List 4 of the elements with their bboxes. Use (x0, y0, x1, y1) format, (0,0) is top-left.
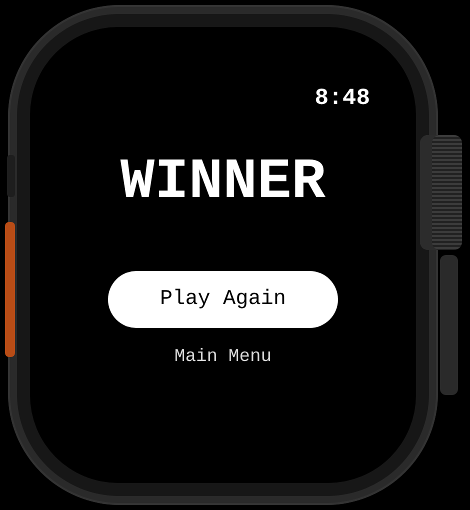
result-title: WINNER (120, 151, 326, 215)
status-time: 8:48 (314, 85, 370, 111)
play-again-button[interactable]: Play Again (108, 271, 338, 328)
menu-link-button[interactable]: Main Menu (174, 346, 272, 368)
